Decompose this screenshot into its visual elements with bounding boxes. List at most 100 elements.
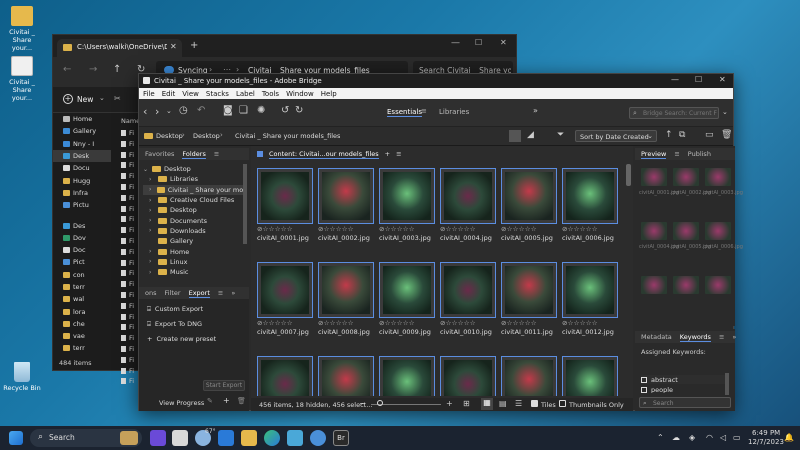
- export-item-create-preset[interactable]: + Create new preset: [147, 335, 216, 343]
- sidebar-item-infra[interactable]: Infra: [53, 187, 111, 199]
- sidebar-item-documents[interactable]: Docu: [53, 162, 111, 174]
- folder-tree-item[interactable]: Gallery: [143, 236, 243, 246]
- chevron-icon[interactable]: ›: [149, 207, 155, 214]
- thumbnail-item[interactable]: ⊘☆☆☆☆☆ civitAI_0006.jpg: [562, 168, 618, 242]
- bridge-search-input[interactable]: ⌕ Bridge Search: Current F: [629, 107, 719, 119]
- rating-stars[interactable]: ⊘☆☆☆☆☆: [257, 225, 313, 233]
- path-current-folder[interactable]: Civitai _ Share your models_files: [235, 132, 340, 140]
- menu-label[interactable]: Label: [236, 90, 255, 98]
- rating-stars[interactable]: ⊘☆☆☆☆☆: [318, 225, 374, 233]
- new-tab-icon[interactable]: +: [190, 40, 198, 51]
- notification-icon[interactable]: 🔔: [784, 433, 794, 442]
- new-folder-icon[interactable]: ▭: [705, 130, 714, 140]
- windows-start-icon[interactable]: [9, 431, 23, 445]
- sidebar-item-folder[interactable]: che: [53, 318, 111, 330]
- view-list-icon[interactable]: ☰: [515, 399, 522, 408]
- keywords-scrollbar[interactable]: [725, 373, 729, 395]
- thumbnail-image[interactable]: [257, 356, 313, 396]
- sidebar-item-desktop-pinned[interactable]: Des: [53, 219, 111, 231]
- tab-collections[interactable]: ons: [145, 289, 156, 297]
- file-row[interactable]: Fi: [121, 237, 134, 245]
- sidebar-item-folder[interactable]: con: [53, 269, 111, 281]
- file-row[interactable]: Fi: [121, 323, 134, 331]
- thumbnail-item[interactable]: ⊘☆☆☆☆☆ civitAI_0004.jpg: [440, 168, 496, 242]
- forward-arrow-icon[interactable]: →: [89, 64, 97, 75]
- maximize-icon[interactable]: ☐: [695, 75, 702, 84]
- tab-publish[interactable]: Publish: [688, 150, 711, 158]
- chevron-down-icon[interactable]: ⌄: [166, 107, 172, 115]
- rating-stars[interactable]: ⊘☆☆☆☆☆: [257, 319, 313, 327]
- chevron-icon[interactable]: ›: [149, 176, 155, 183]
- thumbnail-item[interactable]: ⊘☆☆☆☆☆ civitAI_0001.jpg: [257, 168, 313, 242]
- cut-icon[interactable]: ✂: [114, 94, 121, 103]
- thumbnail-image[interactable]: [379, 168, 435, 224]
- sidebar-item-documents-pinned[interactable]: Doc: [53, 244, 111, 256]
- camera-icon[interactable]: ◙: [223, 105, 233, 116]
- preview-image[interactable]: [705, 222, 731, 240]
- edge-icon[interactable]: [264, 430, 280, 446]
- thumbnail-image[interactable]: [257, 262, 313, 318]
- preview-image[interactable]: [641, 276, 667, 294]
- workspace-libraries[interactable]: Libraries: [439, 108, 469, 116]
- thumbnail-image[interactable]: [440, 168, 496, 224]
- thumbnail-item[interactable]: ⊘☆☆☆☆☆ civitAI_0008.jpg: [318, 262, 374, 336]
- minimize-icon[interactable]: —: [671, 75, 679, 84]
- thumbnail-image[interactable]: [440, 356, 496, 396]
- file-row[interactable]: Fi: [121, 302, 134, 310]
- minimize-icon[interactable]: —: [451, 38, 460, 48]
- thumbnail-item[interactable]: ⊘☆☆☆☆☆ civitAI_0010.jpg: [440, 262, 496, 336]
- preview-image[interactable]: [705, 276, 731, 294]
- sidebar-item-folder[interactable]: vae: [53, 330, 111, 342]
- rating-stars[interactable]: ⊘☆☆☆☆☆: [501, 225, 557, 233]
- explorer-tab[interactable]: C:\Users\walki\OneDrive\Desk ✕: [57, 39, 182, 57]
- volume-icon[interactable]: ◁: [720, 433, 726, 442]
- sidebar-item-downloads[interactable]: Dov: [53, 232, 111, 244]
- menu-file[interactable]: File: [143, 90, 155, 98]
- workspace-menu-icon[interactable]: ≡: [421, 107, 427, 115]
- file-row[interactable]: Fi: [121, 269, 134, 277]
- back-icon[interactable]: ‹: [143, 105, 147, 118]
- open-recent-file-icon[interactable]: ⧉: [679, 130, 685, 140]
- add-icon[interactable]: +: [223, 396, 230, 405]
- tab-export[interactable]: Export: [188, 289, 210, 298]
- onedrive-tray-icon[interactable]: ☁: [672, 433, 680, 442]
- chevron-icon[interactable]: ›: [149, 269, 155, 276]
- sidebar-item-folder[interactable]: lora: [53, 305, 111, 317]
- chevron-icon[interactable]: ›: [149, 186, 154, 193]
- close-icon[interactable]: ✕: [500, 38, 507, 47]
- thumbnail-image[interactable]: [318, 356, 374, 396]
- delete-icon[interactable]: 🗑: [237, 397, 246, 405]
- thumbnail-item[interactable]: [257, 356, 313, 396]
- close-icon[interactable]: ✕: [719, 75, 726, 84]
- folder-tree-item[interactable]: › Libraries: [143, 174, 243, 184]
- more-panels-icon[interactable]: »: [231, 289, 235, 297]
- file-row[interactable]: Fi: [121, 248, 134, 256]
- thumbnail-image[interactable]: [257, 168, 313, 224]
- thumbnail-image[interactable]: [562, 262, 618, 318]
- panel-menu-icon[interactable]: ≡: [674, 150, 679, 158]
- rating-stars[interactable]: ⊘☆☆☆☆☆: [379, 225, 435, 233]
- thumbnail-item[interactable]: ⊘☆☆☆☆☆ civitAI_0007.jpg: [257, 262, 313, 336]
- keyword-item-people[interactable]: people: [641, 386, 727, 393]
- sidebar-item-pictures-pinned[interactable]: Pict: [53, 256, 111, 268]
- sidebar-item-folder[interactable]: wal: [53, 293, 111, 305]
- folder-tree-item[interactable]: › Documents: [143, 215, 243, 225]
- app-icon[interactable]: [310, 430, 326, 446]
- rotate-right-icon[interactable]: ↻: [295, 105, 303, 116]
- panel-menu-icon[interactable]: ≡: [719, 333, 724, 341]
- folder-tree-item[interactable]: ⌄ Desktop: [143, 164, 243, 174]
- wifi-icon[interactable]: ◠: [706, 433, 713, 442]
- menu-help[interactable]: Help: [321, 90, 337, 98]
- folder-tree-item[interactable]: › Music: [143, 267, 243, 277]
- taskbar-search[interactable]: ⌕ Search: [30, 429, 142, 447]
- security-tray-icon[interactable]: ◈: [689, 433, 695, 442]
- chevron-down-icon[interactable]: ⌄: [722, 108, 728, 116]
- thumbnail-item[interactable]: ⊘☆☆☆☆☆ civitAI_0009.jpg: [379, 262, 435, 336]
- tab-keywords[interactable]: Keywords: [679, 333, 711, 342]
- forward-icon[interactable]: ›: [155, 105, 159, 118]
- menu-tools[interactable]: Tools: [262, 90, 279, 98]
- sort-dropdown[interactable]: Sort by Date Created ⌄: [575, 130, 657, 142]
- path-desktop[interactable]: Desktop: [156, 132, 183, 140]
- folder-tree-item[interactable]: › Downloads: [143, 226, 243, 236]
- sidebar-item-folder[interactable]: terr: [53, 281, 111, 293]
